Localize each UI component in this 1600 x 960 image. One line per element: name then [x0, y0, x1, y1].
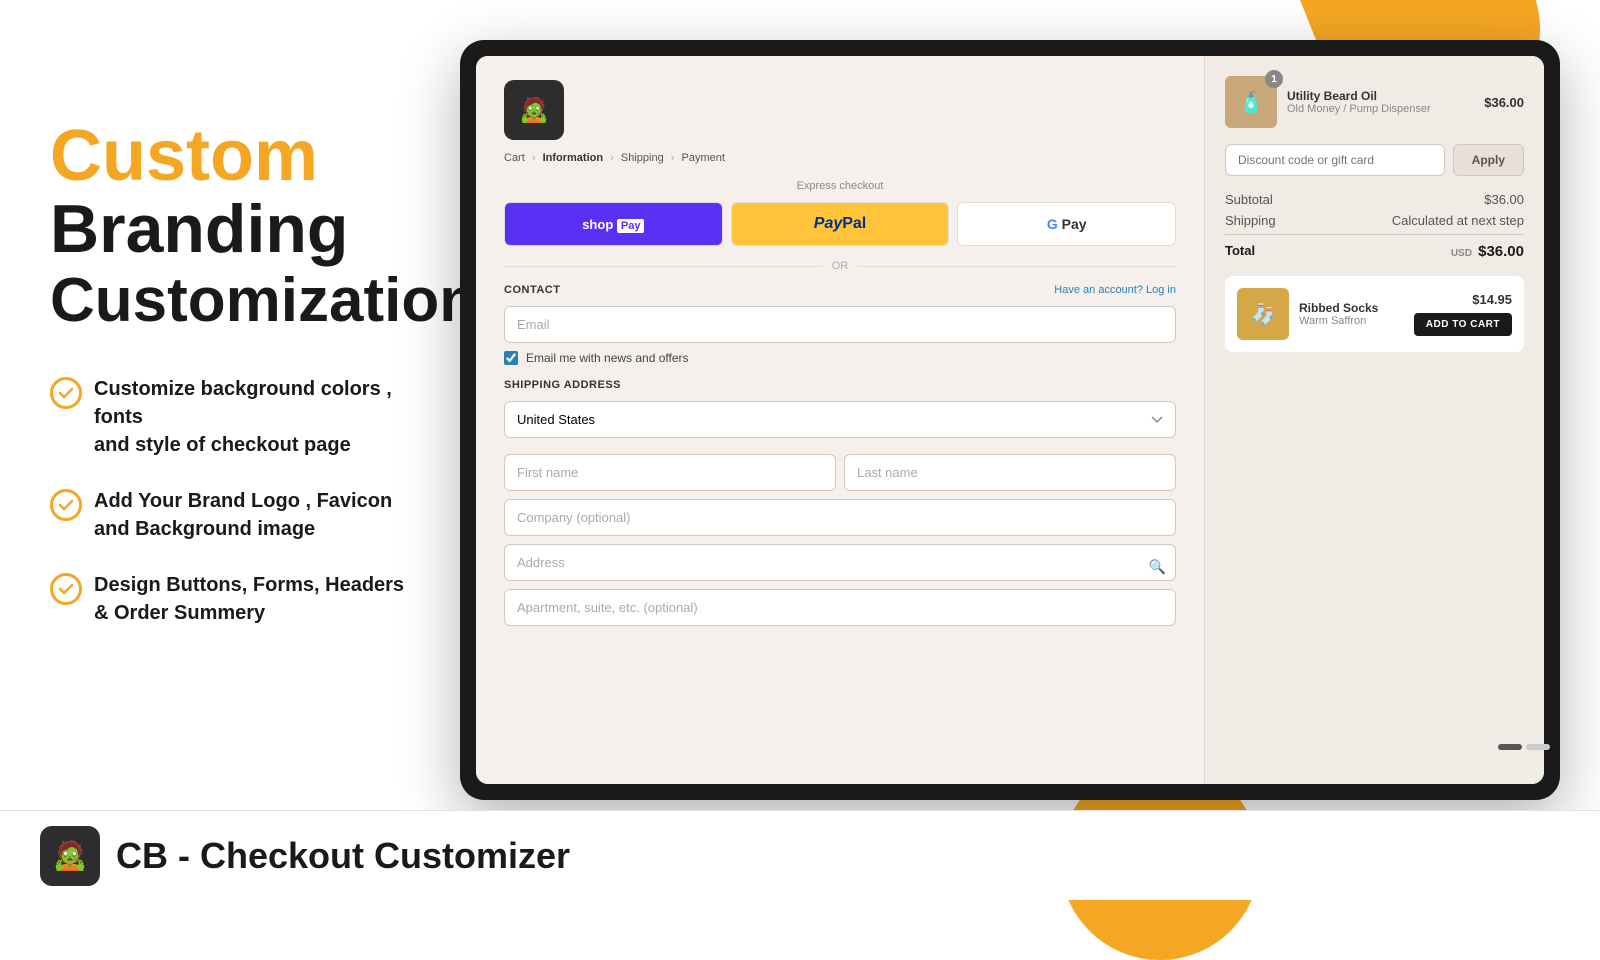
account-login-link[interactable]: Have an account? Log in	[1054, 284, 1176, 296]
feature-item-3: Design Buttons, Forms, Headers& Order Su…	[50, 571, 430, 627]
upsell-card: 🧦 Ribbed Socks Warm Saffron $14.95 ADD T…	[1225, 276, 1524, 352]
breadcrumb: Cart › Information › Shipping › Payment	[504, 152, 1176, 164]
paypal-button[interactable]: PayPal	[731, 202, 950, 246]
scroll-indicator	[1498, 744, 1550, 750]
feature-text-2: Add Your Brand Logo , Faviconand Backgro…	[94, 487, 392, 543]
tablet-inner: 🧟 Cart › Information › Shipping › Paymen…	[476, 56, 1544, 784]
title-custom: Custom	[50, 120, 430, 192]
title-branding: Branding	[50, 192, 430, 267]
upsell-product-variant: Warm Saffron	[1299, 315, 1404, 327]
title-customization: Customization	[50, 267, 430, 335]
upsell-emoji: 🧦	[1251, 302, 1276, 327]
bottom-logo-emoji: 🧟	[53, 839, 88, 872]
gpay-button[interactable]: G Pay	[957, 202, 1176, 246]
product-badge: 1	[1265, 70, 1283, 88]
order-summary-panel: 🧴 1 Utility Beard Oil Old Money / Pump D…	[1204, 56, 1544, 784]
total-value: $36.00	[1478, 243, 1524, 260]
discount-row: Apply	[1225, 144, 1524, 176]
add-to-cart-button[interactable]: ADD TO CART	[1414, 313, 1512, 336]
email-input[interactable]	[504, 306, 1176, 343]
upsell-product-price: $14.95	[1414, 292, 1512, 307]
subtotal-row: Subtotal $36.00	[1225, 192, 1524, 207]
bottom-title: CB - Checkout Customizer	[116, 835, 570, 877]
address-input[interactable]	[504, 544, 1176, 581]
shop-pay-label: shop Pay	[582, 217, 644, 232]
last-name-input[interactable]	[844, 454, 1176, 491]
feature-text-3: Design Buttons, Forms, Headers& Order Su…	[94, 571, 404, 627]
shipping-value: Calculated at next step	[1392, 213, 1524, 228]
apt-input[interactable]	[504, 589, 1176, 626]
first-name-input[interactable]	[504, 454, 836, 491]
scroll-dot-1	[1498, 744, 1522, 750]
feature-item-2: Add Your Brand Logo , Faviconand Backgro…	[50, 487, 430, 543]
feature-list: Customize background colors , fontsand s…	[50, 375, 430, 627]
product-info: Utility Beard Oil Old Money / Pump Dispe…	[1287, 89, 1474, 115]
express-buttons: shop Pay PayPal G Pay	[504, 202, 1176, 246]
breadcrumb-payment: Payment	[682, 152, 725, 164]
shipping-row: Shipping Calculated at next step	[1225, 213, 1524, 228]
address-input-wrapper: 🔍	[504, 544, 1176, 589]
check-icon-3	[50, 573, 82, 605]
check-icon-2	[50, 489, 82, 521]
shop-pay-button[interactable]: shop Pay	[504, 202, 723, 246]
contact-section-title: CONTACT	[504, 284, 560, 296]
feature-item-1: Customize background colors , fontsand s…	[50, 375, 430, 459]
tablet-frame: 🧟 Cart › Information › Shipping › Paymen…	[460, 40, 1560, 800]
country-select[interactable]: United States	[504, 401, 1176, 438]
email-newsletter-checkbox[interactable]	[504, 351, 518, 365]
apply-discount-button[interactable]: Apply	[1453, 144, 1524, 176]
gpay-label: G Pay	[1047, 216, 1087, 232]
company-input[interactable]	[504, 499, 1176, 536]
contact-section-header: CONTACT Have an account? Log in	[504, 284, 1176, 296]
breadcrumb-cart: Cart	[504, 152, 525, 164]
feature-text-1: Customize background colors , fontsand s…	[94, 375, 430, 459]
total-currency: USD	[1451, 248, 1472, 259]
shop-logo: 🧟	[504, 80, 564, 140]
product-emoji: 🧴	[1239, 90, 1264, 115]
total-label: Total	[1225, 243, 1255, 260]
upsell-product-name: Ribbed Socks	[1299, 301, 1404, 315]
shipping-label: Shipping	[1225, 213, 1276, 228]
divider-or: OR	[504, 260, 1176, 272]
or-text: OR	[832, 260, 849, 272]
shipping-section-title: SHIPPING ADDRESS	[504, 379, 621, 391]
country-select-wrapper: United States	[504, 401, 1176, 446]
paypal-label: PayPal	[814, 215, 866, 233]
product-image: 🧴 1	[1225, 76, 1277, 128]
email-newsletter-label: Email me with news and offers	[526, 351, 689, 365]
express-checkout-label: Express checkout	[504, 180, 1176, 192]
breadcrumb-shipping: Shipping	[621, 152, 664, 164]
left-panel: Custom Branding Customization Customize …	[0, 0, 480, 900]
total-row: Total USD $36.00	[1225, 234, 1524, 260]
name-row	[504, 454, 1176, 499]
product-price: $36.00	[1484, 95, 1524, 110]
upsell-product-image: 🧦	[1237, 288, 1289, 340]
shipping-section-header: SHIPPING ADDRESS	[504, 379, 1176, 391]
scroll-dot-2	[1526, 744, 1550, 750]
email-newsletter-row: Email me with news and offers	[504, 351, 1176, 365]
breadcrumb-sep-2: ›	[610, 152, 614, 164]
total-value-wrapper: USD $36.00	[1451, 243, 1524, 260]
discount-input[interactable]	[1225, 144, 1445, 176]
product-item: 🧴 1 Utility Beard Oil Old Money / Pump D…	[1225, 76, 1524, 128]
product-variant: Old Money / Pump Dispenser	[1287, 103, 1474, 115]
checkout-left-panel[interactable]: 🧟 Cart › Information › Shipping › Paymen…	[476, 56, 1204, 784]
upsell-product-info: Ribbed Socks Warm Saffron	[1299, 301, 1404, 327]
bottom-bar: 🧟 CB - Checkout Customizer	[0, 810, 1600, 900]
subtotal-value: $36.00	[1484, 192, 1524, 207]
bottom-logo: 🧟	[40, 826, 100, 886]
address-search-icon: 🔍	[1149, 558, 1166, 575]
subtotal-label: Subtotal	[1225, 192, 1273, 207]
breadcrumb-information[interactable]: Information	[543, 152, 604, 164]
product-name: Utility Beard Oil	[1287, 89, 1474, 103]
upsell-right: $14.95 ADD TO CART	[1414, 292, 1512, 336]
shop-logo-emoji: 🧟	[519, 96, 549, 125]
check-icon-1	[50, 377, 82, 409]
breadcrumb-sep-1: ›	[532, 152, 536, 164]
breadcrumb-sep-3: ›	[671, 152, 675, 164]
